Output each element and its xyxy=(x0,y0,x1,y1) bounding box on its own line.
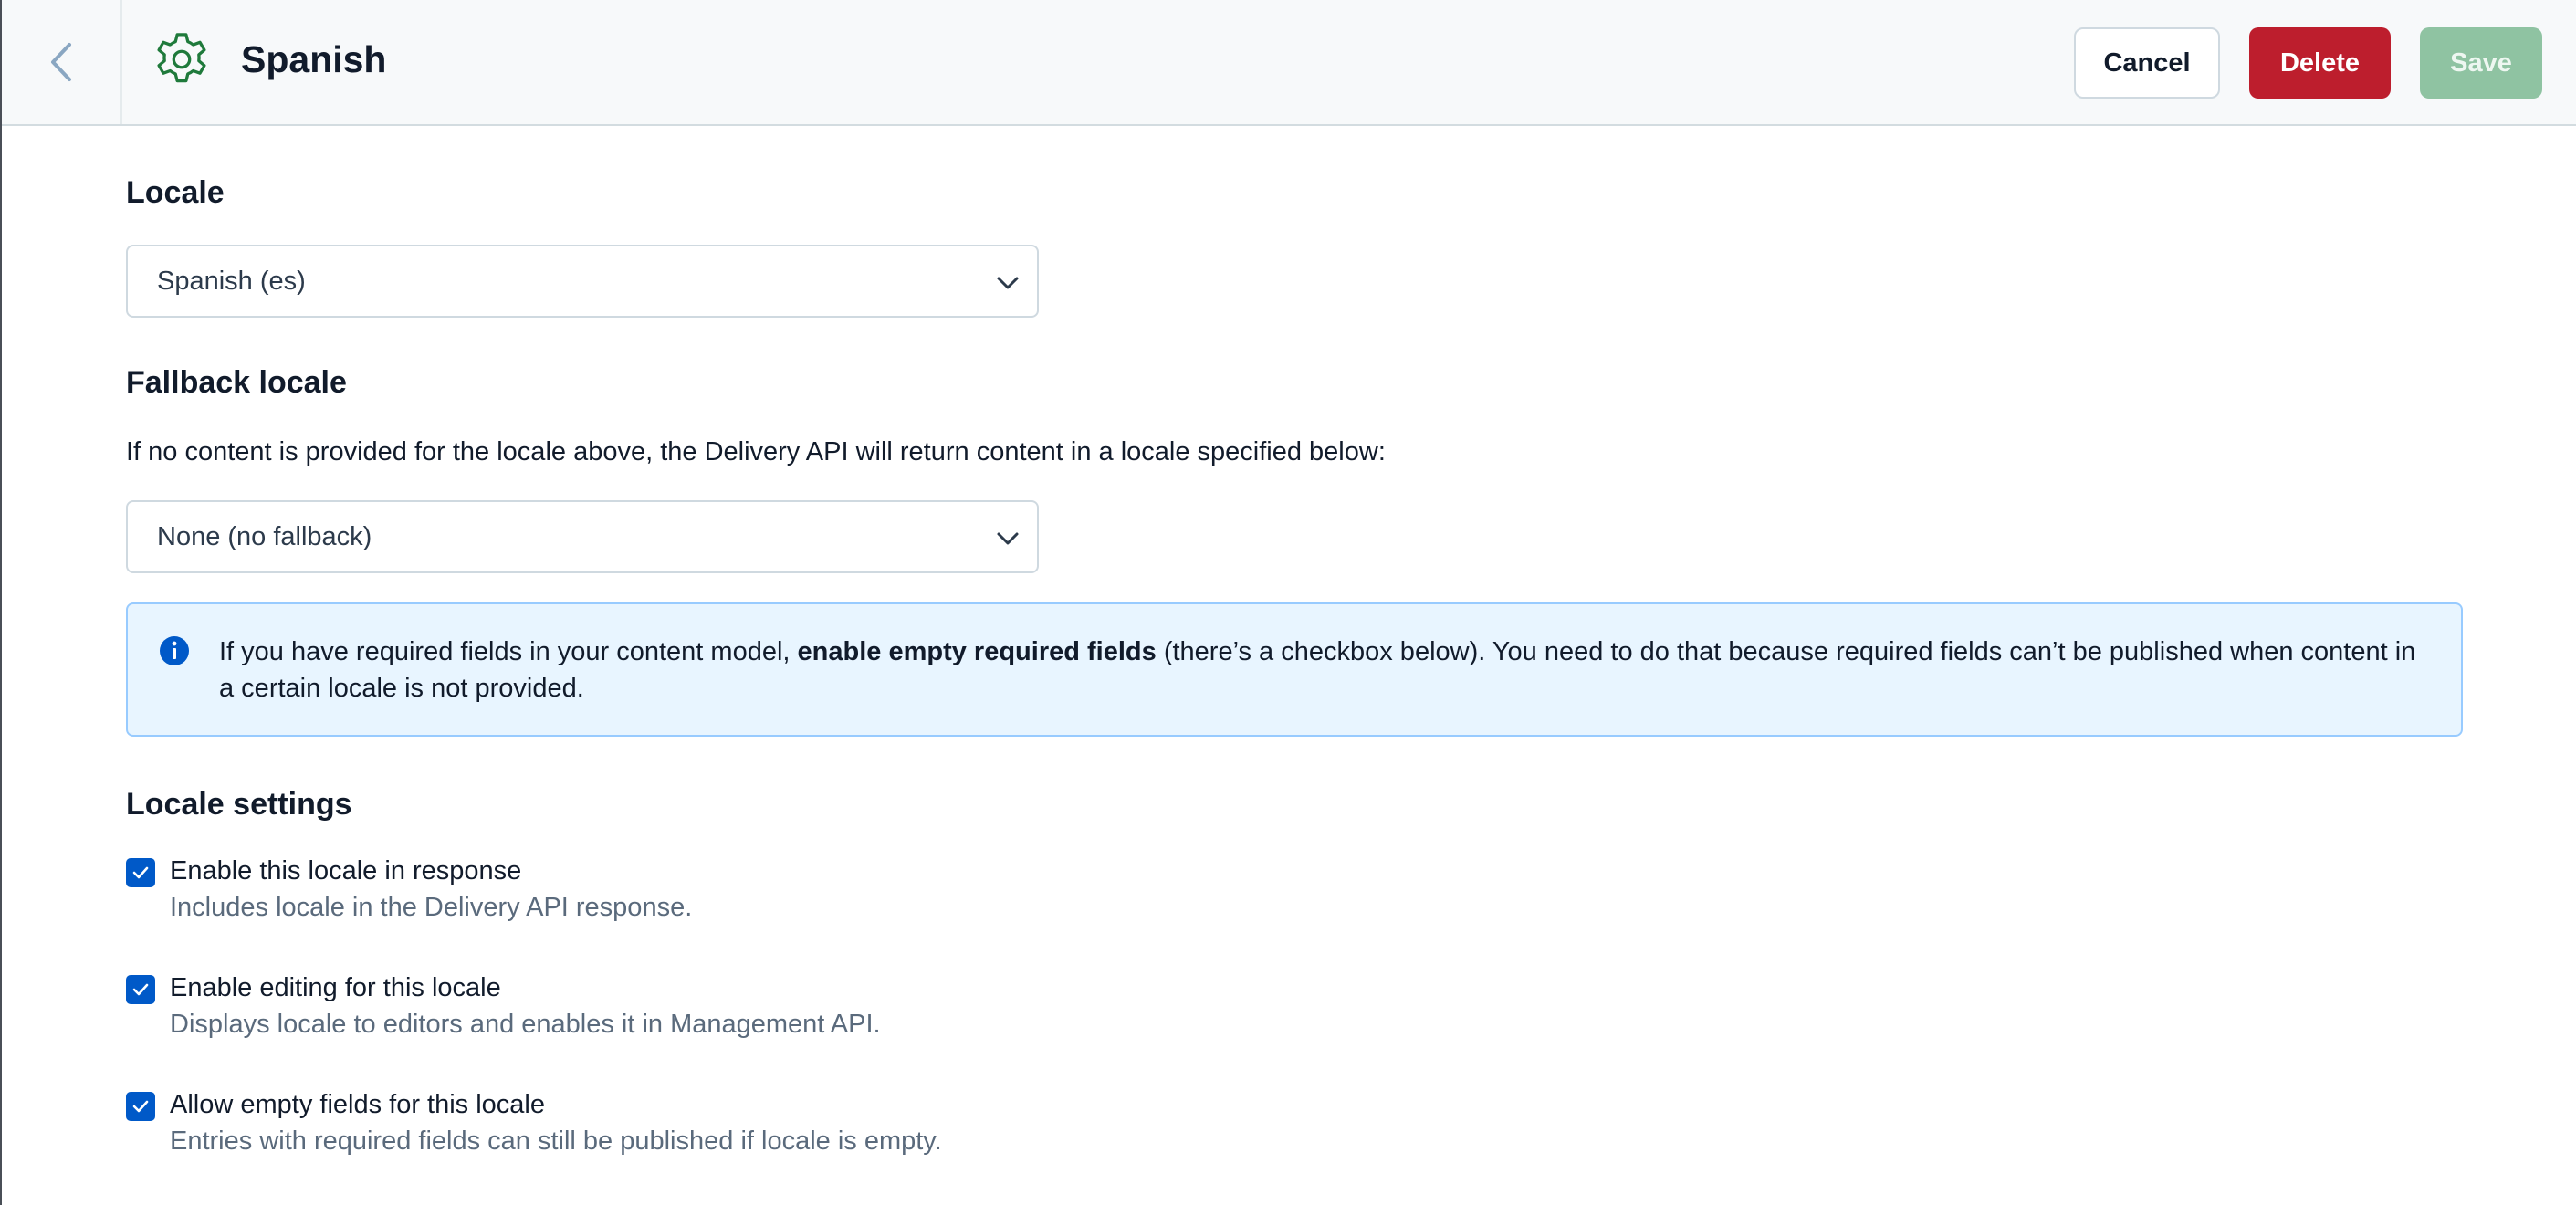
info-icon xyxy=(160,636,189,665)
enable-editing-help: Displays locale to editors and enables i… xyxy=(170,1010,881,1039)
back-button[interactable] xyxy=(2,0,122,124)
fallback-select[interactable]: None (no fallback) xyxy=(126,500,1039,573)
enable-in-response-checkbox[interactable] xyxy=(126,858,155,887)
info-note-emphasis: enable empty required fields xyxy=(797,637,1157,666)
enable-in-response-label[interactable]: Enable this locale in response xyxy=(170,856,521,886)
chevron-down-icon xyxy=(997,277,1019,289)
allow-empty-fields-checkbox[interactable] xyxy=(126,1092,155,1121)
fallback-description: If no content is provided for the locale… xyxy=(126,437,1386,466)
gear-icon xyxy=(157,33,206,83)
enable-editing-label[interactable]: Enable editing for this locale xyxy=(170,973,501,1003)
allow-empty-fields-help: Entries with required fields can still b… xyxy=(170,1126,942,1156)
check-icon xyxy=(132,983,149,996)
page-title: Spanish xyxy=(241,38,387,80)
fallback-heading: Fallback locale xyxy=(126,365,347,400)
locale-select[interactable]: Spanish (es) xyxy=(126,245,1039,318)
chevron-down-icon xyxy=(997,532,1019,545)
top-bar: Spanish Cancel Delete Save xyxy=(2,0,2576,126)
info-note-text: If you have required fields in your cont… xyxy=(219,634,2428,707)
locale-select-value: Spanish (es) xyxy=(157,267,306,296)
settings-heading: Locale settings xyxy=(126,787,352,822)
save-button[interactable]: Save xyxy=(2420,27,2542,99)
check-icon xyxy=(132,1100,149,1113)
chevron-left-icon xyxy=(51,43,71,81)
cancel-button[interactable]: Cancel xyxy=(2074,27,2220,99)
enable-editing-checkbox[interactable] xyxy=(126,975,155,1004)
info-note: If you have required fields in your cont… xyxy=(126,602,2463,737)
fallback-select-value: None (no fallback) xyxy=(157,522,372,551)
enable-in-response-help: Includes locale in the Delivery API resp… xyxy=(170,893,693,922)
info-note-text-start: If you have required fields in your cont… xyxy=(219,637,798,666)
check-icon xyxy=(132,866,149,879)
allow-empty-fields-label[interactable]: Allow empty fields for this locale xyxy=(170,1090,545,1120)
locale-heading: Locale xyxy=(126,175,225,210)
delete-button[interactable]: Delete xyxy=(2249,27,2391,99)
